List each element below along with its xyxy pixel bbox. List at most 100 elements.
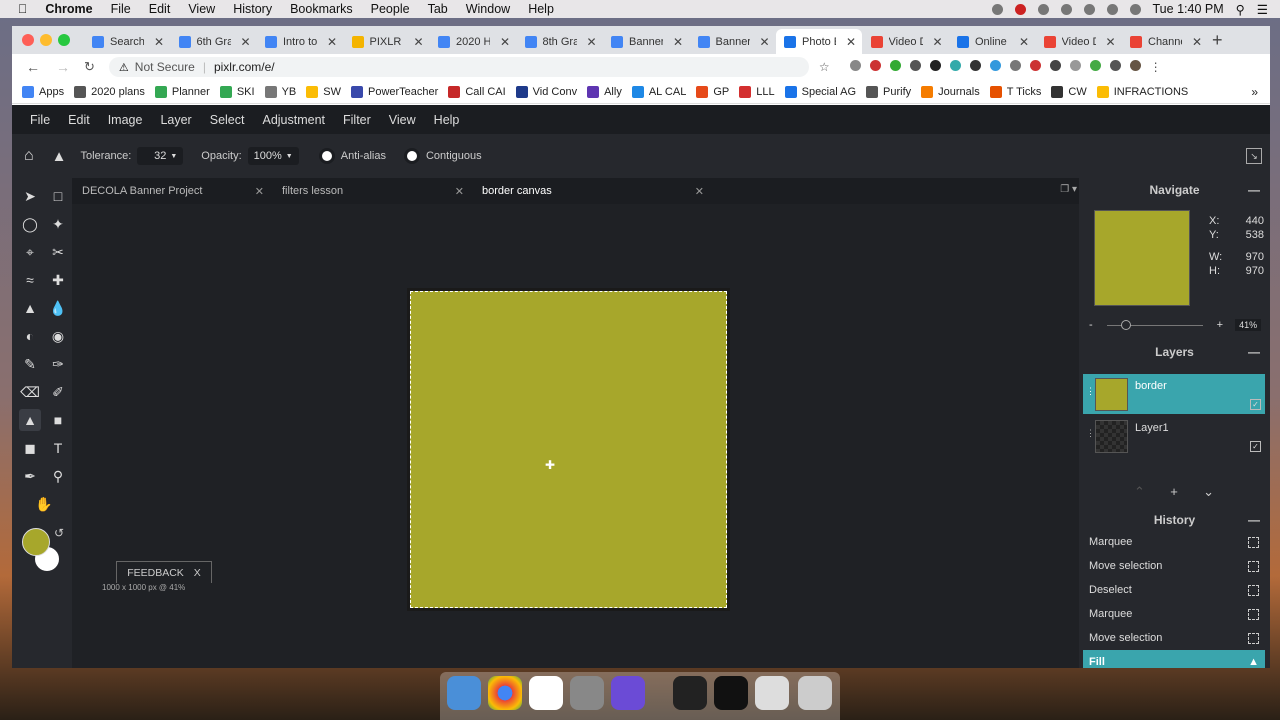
- opacity-select[interactable]: 100% ▼: [247, 147, 299, 165]
- status-icon[interactable]: [1037, 3, 1049, 15]
- more-menu-icon[interactable]: ⋮: [1150, 60, 1162, 74]
- app-menu-edit[interactable]: Edit: [68, 113, 90, 127]
- bookmark-item[interactable]: GP: [696, 85, 729, 98]
- tolerance-select[interactable]: 32 ▼: [137, 147, 184, 165]
- extension-icon[interactable]: [929, 60, 941, 71]
- history-item[interactable]: Move selection: [1083, 626, 1265, 650]
- browser-tab[interactable]: Video D ✕: [863, 29, 949, 54]
- collapse-layers-icon[interactable]: —: [1248, 345, 1260, 359]
- zoom-out-button[interactable]: -: [1089, 319, 1093, 331]
- bookmark-item[interactable]: Apps: [22, 85, 64, 98]
- menu-edit[interactable]: Edit: [149, 2, 171, 16]
- marquee-tool-icon[interactable]: □: [47, 185, 69, 207]
- apple-icon[interactable]: : [18, 2, 27, 16]
- new-tab-button[interactable]: +: [1212, 30, 1223, 51]
- brush-tool-icon[interactable]: ✑: [47, 353, 69, 375]
- bookmark-item[interactable]: Purify: [866, 85, 911, 98]
- lasso-tool-icon[interactable]: ◯: [19, 213, 41, 235]
- close-icon[interactable]: ✕: [154, 35, 164, 49]
- puzzle-icon[interactable]: [1109, 60, 1121, 71]
- layer-row-border[interactable]: ⋮ border ✓: [1083, 374, 1265, 414]
- menu-help[interactable]: Help: [528, 2, 554, 16]
- browser-tab[interactable]: Video D ✕: [1036, 29, 1122, 54]
- layer-visible-checkbox[interactable]: ✓: [1250, 399, 1261, 410]
- menu-view[interactable]: View: [188, 2, 215, 16]
- app-menu-file[interactable]: File: [30, 113, 50, 127]
- shape-tool-icon[interactable]: ◼: [19, 437, 41, 459]
- bookmark-item[interactable]: AL CAL: [631, 85, 686, 98]
- close-icon[interactable]: ✕: [695, 185, 704, 198]
- spotlight-icon[interactable]: ⚲: [1236, 2, 1245, 17]
- extension-icon[interactable]: [1014, 3, 1026, 15]
- color-replace-icon[interactable]: ✐: [47, 381, 69, 403]
- sponge-tool-icon[interactable]: ◉: [47, 325, 69, 347]
- menu-people[interactable]: People: [371, 2, 410, 16]
- menu-tab[interactable]: Tab: [428, 2, 448, 16]
- close-icon[interactable]: ✕: [1019, 35, 1029, 49]
- browser-tab[interactable]: 8th Gra ✕: [517, 29, 603, 54]
- close-icon[interactable]: ✕: [846, 35, 856, 49]
- menu-bookmarks[interactable]: Bookmarks: [290, 2, 353, 16]
- zoom-level[interactable]: 41%: [1235, 319, 1262, 331]
- zoom-slider[interactable]: [1106, 319, 1203, 330]
- canvas-workspace[interactable]: ✚ FEEDBACK X 1000 x 1000 px @ 41%: [72, 204, 1079, 668]
- chrome-icon[interactable]: [488, 676, 522, 710]
- forward-icon[interactable]: →: [56, 59, 70, 75]
- swap-colors-icon[interactable]: ↺: [54, 526, 64, 540]
- eyedropper-tool-icon[interactable]: ✒: [19, 465, 41, 487]
- close-icon[interactable]: ✕: [759, 35, 769, 49]
- app-menu-adjustment[interactable]: Adjustment: [262, 113, 325, 127]
- window-arrange-icon[interactable]: ❐ ▾: [1060, 184, 1077, 195]
- bookmarks-overflow-icon[interactable]: »: [1251, 85, 1258, 99]
- extension-icon[interactable]: [1069, 60, 1081, 71]
- close-icon[interactable]: ✕: [500, 35, 510, 49]
- history-item[interactable]: Move selection: [1083, 554, 1265, 578]
- foreground-color-swatch[interactable]: [22, 528, 50, 556]
- close-icon[interactable]: ✕: [255, 185, 264, 198]
- close-icon[interactable]: ✕: [673, 35, 683, 49]
- browser-tab[interactable]: 6th Gra ✕: [171, 29, 257, 54]
- close-icon[interactable]: ✕: [1192, 35, 1202, 49]
- trash-icon[interactable]: [798, 676, 832, 710]
- avatar[interactable]: [1129, 60, 1141, 71]
- close-icon[interactable]: ✕: [455, 185, 464, 198]
- extension-icon[interactable]: [949, 60, 961, 71]
- history-item[interactable]: Marquee: [1083, 602, 1265, 626]
- image-canvas[interactable]: ✚: [410, 291, 727, 608]
- menu-chrome[interactable]: Chrome: [45, 2, 92, 16]
- gradient-tool-icon[interactable]: ■: [47, 409, 69, 431]
- bookmark-item[interactable]: YB: [264, 85, 296, 98]
- menu-file[interactable]: File: [111, 2, 131, 16]
- bookmark-item[interactable]: 2020 plans: [74, 85, 145, 98]
- browser-tab[interactable]: Banner ✕: [603, 29, 689, 54]
- browser-tab[interactable]: Photo E ✕: [776, 29, 862, 54]
- feedback-button[interactable]: FEEDBACK X: [116, 561, 212, 583]
- feedback-close-button[interactable]: X: [194, 567, 201, 579]
- browser-tab[interactable]: Channe ✕: [1122, 29, 1208, 54]
- bookmark-item[interactable]: LLL: [739, 85, 775, 98]
- extension-icon[interactable]: [1089, 60, 1101, 71]
- expand-panel-icon[interactable]: ↘: [1246, 148, 1262, 164]
- home-icon[interactable]: ⌂: [24, 147, 34, 165]
- extension-icon[interactable]: [909, 60, 921, 71]
- imovie-icon[interactable]: [611, 676, 645, 710]
- clone-stamp-icon[interactable]: ▲: [19, 297, 41, 319]
- hand-tool-icon[interactable]: ✋: [33, 493, 55, 515]
- extension-icon[interactable]: [1049, 60, 1061, 71]
- wifi-icon[interactable]: [1083, 3, 1095, 15]
- close-icon[interactable]: ✕: [327, 35, 337, 49]
- antialias-toggle[interactable]: [318, 148, 335, 164]
- browser-tab[interactable]: PIXLR L ✕: [344, 29, 430, 54]
- clock[interactable]: Tue 1:40 PM: [1153, 2, 1224, 16]
- app-menu-help[interactable]: Help: [434, 113, 460, 127]
- eraser-tool-icon[interactable]: ⌫: [19, 381, 41, 403]
- system-preferences-icon[interactable]: [570, 676, 604, 710]
- contiguous-toggle[interactable]: [403, 148, 420, 164]
- magic-wand-icon[interactable]: ✦: [47, 213, 69, 235]
- bookmark-item[interactable]: SKI: [219, 85, 255, 98]
- close-icon[interactable]: ✕: [1105, 35, 1115, 49]
- bookmark-item[interactable]: CW: [1051, 85, 1087, 98]
- bookmark-item[interactable]: Special AG: [784, 85, 856, 98]
- extension-icon[interactable]: [989, 60, 1001, 71]
- heal-tool-icon[interactable]: ✚: [47, 269, 69, 291]
